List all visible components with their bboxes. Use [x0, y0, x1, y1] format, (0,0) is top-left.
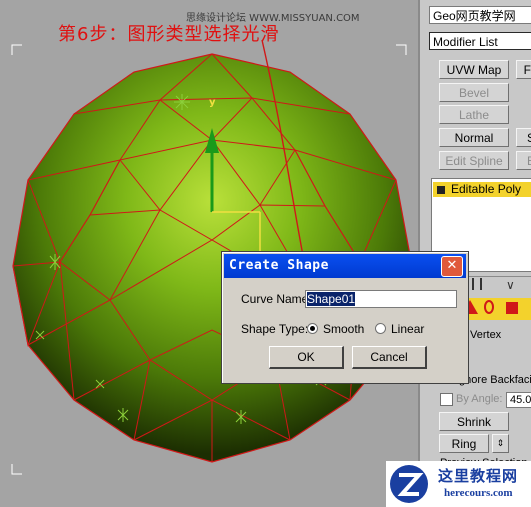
normal-button[interactable]: Normal [439, 128, 509, 147]
border-mode-icon[interactable] [484, 300, 494, 314]
curve-name-value: Shape01 [307, 292, 356, 306]
curve-name-input[interactable]: Shape01 [305, 290, 457, 308]
by-vertex-label[interactable]: Vertex [470, 329, 501, 341]
create-shape-dialog: Create Shape ✕ Curve Name: Shape01 Shape… [221, 251, 469, 384]
show-end-result-icon[interactable]: ∨ [506, 278, 515, 292]
smooth-mod-button[interactable]: S [516, 128, 531, 147]
by-angle-spinner[interactable]: 45.0 [506, 392, 531, 408]
logo-z-icon [390, 465, 428, 503]
logo-name: 这里教程网 [438, 467, 519, 485]
close-icon: ✕ [446, 258, 458, 273]
linear-label[interactable]: Linear [391, 322, 424, 336]
ring-spinner[interactable]: ⇕ [492, 434, 509, 453]
object-name-field[interactable]: Geo网页教学网 [429, 6, 531, 24]
by-angle-checkbox[interactable] [440, 393, 453, 406]
plus-box-icon [437, 185, 445, 194]
ok-button[interactable]: OK [269, 346, 344, 369]
close-button[interactable]: ✕ [441, 256, 463, 277]
dialog-title: Create Shape [229, 258, 329, 273]
stack-item-editable-poly[interactable]: Editable Poly [433, 182, 531, 197]
logo-domain: herecours.com [444, 487, 513, 499]
edit-spline-button[interactable]: Edit Spline [439, 151, 509, 170]
pin-stack-icon[interactable] [472, 278, 482, 290]
radio-selected-dot [310, 326, 315, 331]
cancel-button[interactable]: Cancel [352, 346, 427, 369]
linear-radio[interactable] [375, 323, 386, 334]
extrude-button[interactable]: E [516, 151, 531, 170]
ring-button[interactable]: Ring [439, 434, 489, 453]
smooth-radio[interactable] [307, 323, 318, 334]
site-credit: 思缘设计论坛 WWW.MISSYUAN.COM [186, 13, 360, 24]
polygon-mode-icon[interactable] [506, 302, 518, 314]
lathe-button[interactable]: Lathe [439, 105, 509, 124]
uvw-map-button[interactable]: UVW Map [439, 60, 509, 79]
stack-item-label: Editable Poly [451, 182, 522, 196]
bevel-button[interactable]: Bevel [439, 83, 509, 102]
by-angle-label: By Angle: [456, 393, 503, 405]
site-logo: 这里教程网 herecours.com [386, 461, 531, 507]
shrink-button[interactable]: Shrink [439, 412, 509, 431]
smooth-label[interactable]: Smooth [323, 322, 364, 336]
ffd-button[interactable]: FF [516, 60, 531, 79]
curve-name-label: Curve Name: [241, 292, 312, 306]
axis-y-label: y [209, 97, 216, 108]
dialog-title-bar[interactable]: Create Shape ✕ [224, 254, 466, 278]
modifier-list-dropdown[interactable]: Modifier List [429, 32, 531, 50]
shape-type-label: Shape Type: [241, 322, 309, 336]
